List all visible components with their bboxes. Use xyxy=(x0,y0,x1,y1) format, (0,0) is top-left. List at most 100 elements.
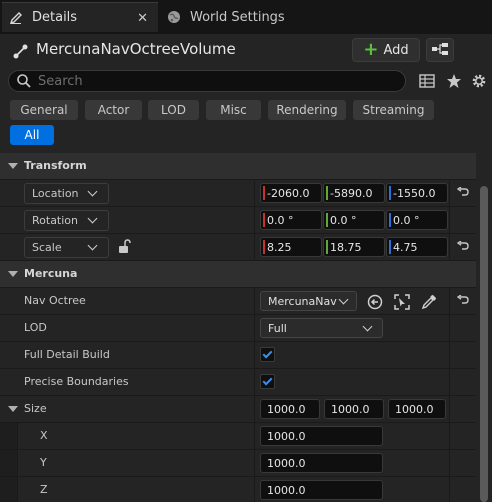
category-misc[interactable]: Misc xyxy=(206,100,261,120)
lod-value: Full xyxy=(268,321,287,335)
tab-world-settings[interactable]: World Settings xyxy=(160,2,320,32)
size-reset-cell xyxy=(449,396,476,422)
eyedropper-icon[interactable] xyxy=(421,294,437,313)
add-component-button[interactable]: + Add xyxy=(352,38,420,62)
scale-label: Scale xyxy=(32,241,62,254)
location-y-field[interactable]: -5890.0 xyxy=(323,183,385,203)
tab-details[interactable]: Details ✕ xyxy=(2,2,158,32)
gear-icon[interactable] xyxy=(470,72,488,90)
size-y-input-value: 1000.0 xyxy=(267,456,306,470)
chevron-down-icon xyxy=(338,294,349,305)
reset-arrow-icon[interactable] xyxy=(456,239,469,254)
browse-icon[interactable] xyxy=(394,294,410,313)
tab-bar: Details ✕ World Settings xyxy=(0,0,492,34)
nav-octree-label: Nav Octree xyxy=(24,294,86,307)
use-selected-icon[interactable] xyxy=(367,294,383,313)
category-streaming[interactable]: Streaming xyxy=(353,100,434,120)
rotation-z-field[interactable]: 0.0 ° xyxy=(386,210,448,230)
scale-reset-cell xyxy=(449,234,476,260)
category-general[interactable]: General xyxy=(10,100,78,120)
reset-arrow-icon[interactable] xyxy=(456,185,469,200)
property-name-cell: X xyxy=(0,423,255,449)
category-all[interactable]: All xyxy=(10,125,54,145)
category-rendering[interactable]: Rendering xyxy=(268,100,346,120)
unlock-icon[interactable] xyxy=(117,239,131,257)
property-name-cell: Scale xyxy=(0,234,255,260)
full-detail-build-checkbox[interactable] xyxy=(260,347,275,362)
property-row-size: Size 1000.0 1000.0 1000.0 xyxy=(0,396,476,423)
actor-name[interactable]: MercunaNavOctreeVolume xyxy=(36,40,236,58)
location-label: Location xyxy=(32,187,79,200)
size-y-input[interactable]: 1000.0 xyxy=(260,453,383,473)
size-x-value: 1000.0 xyxy=(267,402,306,416)
scale-z-field[interactable]: 4.75 xyxy=(386,237,448,257)
z-axis-marker xyxy=(389,240,391,254)
rotation-mode-dropdown[interactable]: Rotation xyxy=(24,210,109,231)
nav-octree-reset-cell xyxy=(449,288,476,314)
property-name-cell: Nav Octree xyxy=(0,288,255,314)
globe-icon xyxy=(166,9,182,25)
checkmark-icon xyxy=(262,375,273,386)
expand-arrow-icon[interactable] xyxy=(8,406,18,412)
tab-world-settings-label: World Settings xyxy=(190,9,285,25)
nav-octree-dropdown[interactable]: MercunaNav xyxy=(260,291,357,311)
property-row-size-y: Y 1000.0 xyxy=(0,450,476,477)
size-y-value: 1000.0 xyxy=(331,402,370,416)
location-x-value: -2060.0 xyxy=(267,186,310,200)
property-row-size-z: Z 1000.0 xyxy=(0,477,476,502)
indent-guide xyxy=(0,477,18,502)
expand-arrow-icon[interactable] xyxy=(8,271,18,277)
star-icon[interactable] xyxy=(445,72,463,90)
size-z-field[interactable]: 1000.0 xyxy=(388,399,446,419)
property-row-precise-boundaries: Precise Boundaries xyxy=(0,369,476,396)
scale-mode-dropdown[interactable]: Scale xyxy=(24,237,109,258)
location-x-field[interactable]: -2060.0 xyxy=(260,183,322,203)
expand-arrow-icon[interactable] xyxy=(8,163,18,169)
size-z-input[interactable]: 1000.0 xyxy=(260,480,383,500)
search-input[interactable] xyxy=(38,73,378,89)
reset-arrow-icon[interactable] xyxy=(456,293,469,308)
category-lod[interactable]: LOD xyxy=(148,100,199,120)
size-x-field[interactable]: 1000.0 xyxy=(260,399,320,419)
hierarchy-icon xyxy=(431,42,449,59)
size-label: Size xyxy=(24,402,47,415)
close-icon[interactable]: ✕ xyxy=(137,11,148,26)
location-z-value: -1550.0 xyxy=(393,186,436,200)
property-name-cell: Precise Boundaries xyxy=(0,369,255,395)
size-x-label: X xyxy=(40,429,48,442)
z-axis-marker xyxy=(389,213,391,227)
location-mode-dropdown[interactable]: Location xyxy=(24,183,109,204)
plus-icon: + xyxy=(363,39,379,60)
z-axis-marker xyxy=(389,186,391,200)
property-row-size-x: X 1000.0 xyxy=(0,423,476,450)
scrollbar-thumb[interactable] xyxy=(480,186,488,502)
nav-octree-value: MercunaNav xyxy=(268,294,337,308)
size-y-field[interactable]: 1000.0 xyxy=(324,399,384,419)
property-name-cell: Y xyxy=(0,450,255,476)
section-transform[interactable]: Transform xyxy=(0,153,476,180)
size-x-reset-cell xyxy=(449,423,476,449)
scale-x-field[interactable]: 8.25 xyxy=(260,237,322,257)
lod-dropdown[interactable]: Full xyxy=(260,318,383,338)
scale-z-value: 4.75 xyxy=(393,240,418,254)
blueprint-button[interactable] xyxy=(426,38,454,62)
property-name-cell: Full Detail Build xyxy=(0,342,255,368)
rotation-y-field[interactable]: 0.0 ° xyxy=(323,210,385,230)
scale-y-field[interactable]: 18.75 xyxy=(323,237,385,257)
location-z-field[interactable]: -1550.0 xyxy=(386,183,448,203)
details-panel: MercunaNavOctreeVolume + Add General Act… xyxy=(0,34,492,502)
property-row-full-detail-build: Full Detail Build xyxy=(0,342,476,369)
section-mercuna[interactable]: Mercuna xyxy=(0,261,476,288)
property-row-nav-octree: Nav Octree MercunaNav xyxy=(0,288,476,315)
size-x-input[interactable]: 1000.0 xyxy=(260,426,383,446)
precise-boundaries-checkbox[interactable] xyxy=(260,374,275,389)
category-actor[interactable]: Actor xyxy=(85,100,142,120)
size-z-input-value: 1000.0 xyxy=(267,483,306,497)
rotation-x-field[interactable]: 0.0 ° xyxy=(260,210,322,230)
section-mercuna-label: Mercuna xyxy=(24,267,78,280)
rotation-z-value: 0.0 ° xyxy=(393,213,420,227)
grid-view-icon[interactable] xyxy=(418,72,436,90)
rotation-y-value: 0.0 ° xyxy=(330,213,357,227)
pencil-icon xyxy=(8,10,24,26)
property-name-cell: Size xyxy=(0,396,255,422)
